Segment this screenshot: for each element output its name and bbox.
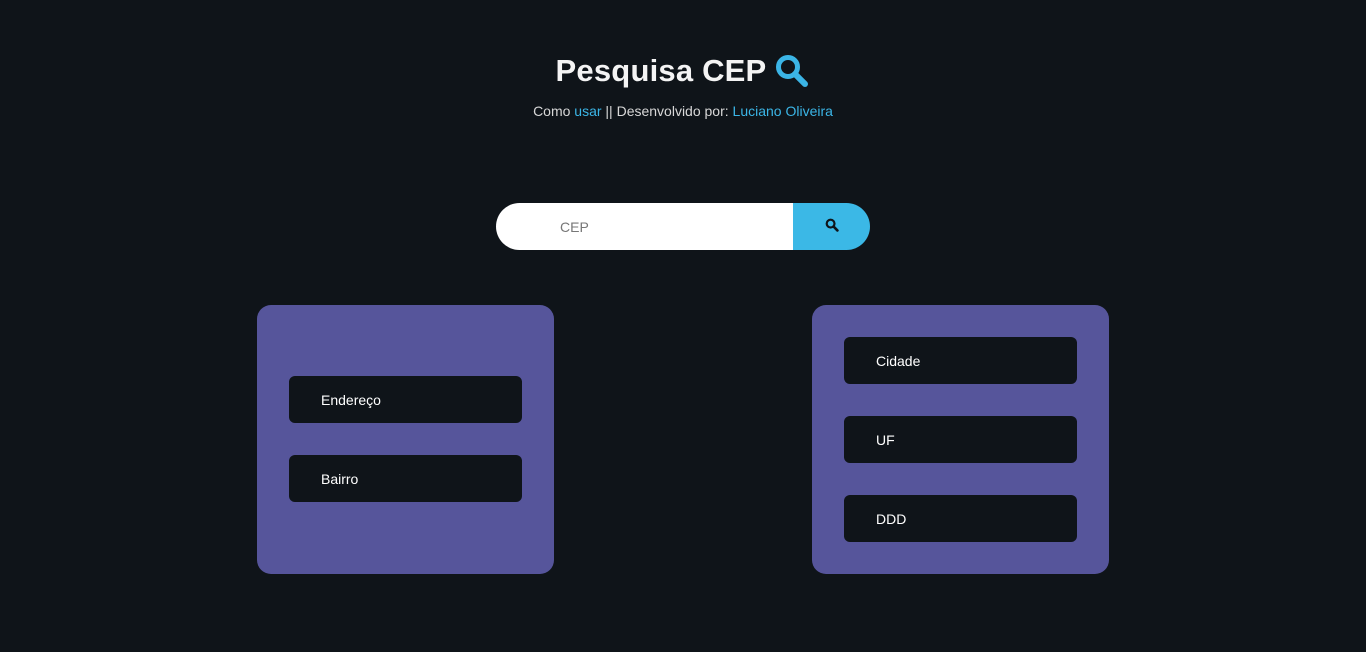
- how-to-use-link[interactable]: usar: [574, 103, 601, 119]
- ddd-field: DDD: [844, 495, 1077, 542]
- cep-input[interactable]: [496, 203, 793, 250]
- location-card: Cidade UF DDD: [812, 305, 1109, 574]
- search-button[interactable]: [793, 203, 870, 250]
- bairro-field: Bairro: [289, 455, 522, 502]
- page-title: Pesquisa CEP: [555, 53, 767, 88]
- search-icon: [825, 218, 839, 235]
- title-row: Pesquisa CEP: [0, 50, 1366, 92]
- cidade-field: Cidade: [844, 337, 1077, 384]
- page: Pesquisa CEP Como usar || Desenvolvido p…: [0, 0, 1366, 652]
- subtitle: Como usar || Desenvolvido por: Luciano O…: [0, 103, 1366, 119]
- search-bar: [496, 203, 870, 250]
- uf-field: UF: [844, 416, 1077, 463]
- subtitle-prefix: Como: [533, 103, 575, 119]
- author-link[interactable]: Luciano Oliveira: [733, 103, 833, 119]
- endereco-field: Endereço: [289, 376, 522, 423]
- search-icon: [774, 53, 810, 89]
- subtitle-middle: || Desenvolvido por:: [601, 103, 733, 119]
- address-card: Endereço Bairro: [257, 305, 554, 574]
- header: Pesquisa CEP Como usar || Desenvolvido p…: [0, 50, 1366, 119]
